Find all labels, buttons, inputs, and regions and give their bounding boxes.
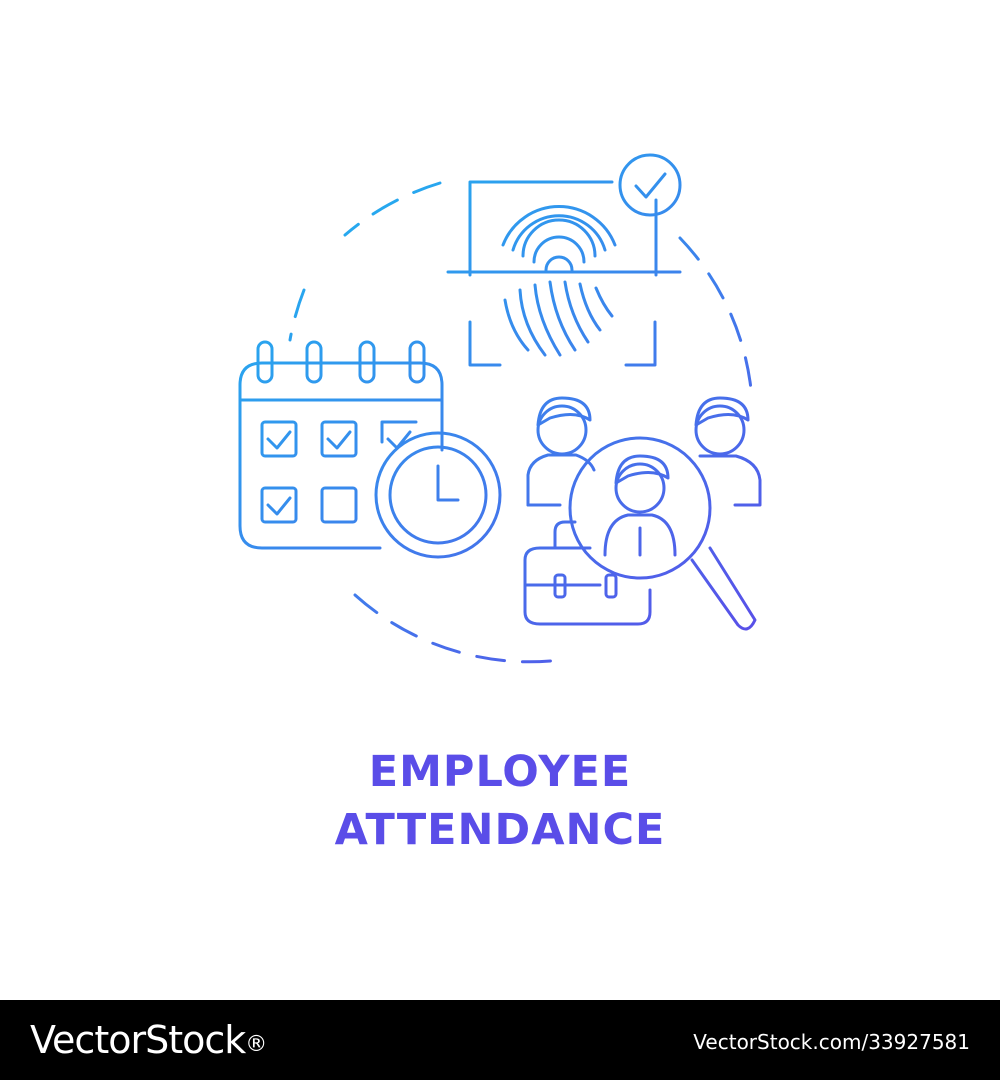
brand-name: VectorStock bbox=[30, 1018, 246, 1062]
vectorstock-logo[interactable]: VectorStock® bbox=[30, 1018, 267, 1062]
employee-center-icon bbox=[603, 454, 677, 557]
calendar-icon bbox=[238, 340, 444, 550]
fingerprint-icon bbox=[501, 205, 617, 357]
fingerprint-scanner-icon bbox=[446, 180, 682, 367]
watermark-footer: VectorStock® VectorStock.com/33927581 bbox=[0, 1000, 1000, 1080]
check-badge-icon bbox=[618, 153, 682, 217]
title-line-2: ATTENDANCE bbox=[334, 805, 666, 855]
briefcase-icon bbox=[523, 520, 652, 626]
employee-right-icon bbox=[694, 396, 762, 507]
clock-icon bbox=[374, 431, 502, 559]
dashed-ring bbox=[288, 181, 754, 664]
magnifier-icon bbox=[568, 436, 757, 631]
registered-mark: ® bbox=[245, 1032, 267, 1057]
title-line-1: EMPLOYEE bbox=[368, 747, 632, 797]
employee-left-icon bbox=[526, 396, 596, 507]
image-credit[interactable]: VectorStock.com/33927581 bbox=[693, 1030, 970, 1054]
